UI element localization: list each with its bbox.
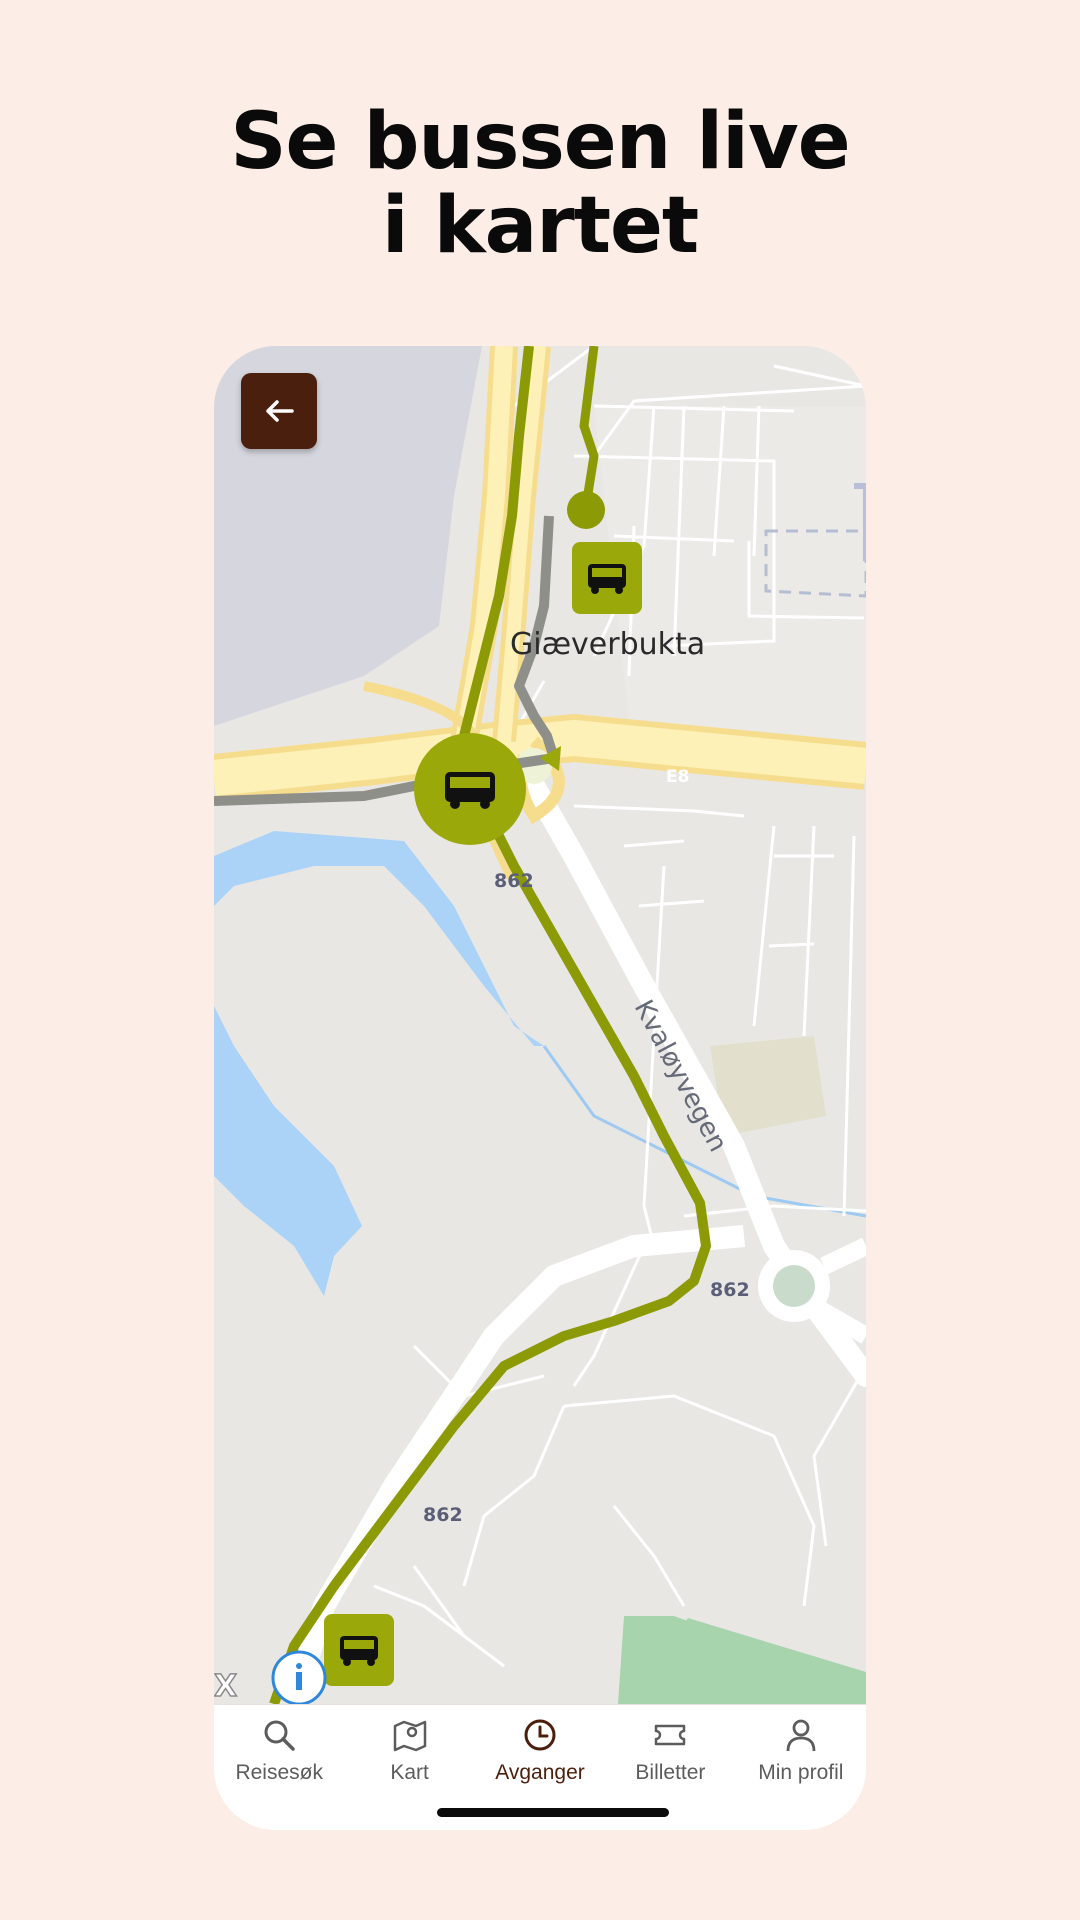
phone-screen: 862 862 862 E8 Giæverbukta Kvaløyvegen X… — [214, 346, 866, 1830]
clock-icon — [524, 1719, 556, 1751]
map-view[interactable]: 862 862 862 E8 Giæverbukta Kvaløyvegen X — [214, 346, 866, 1704]
info-icon[interactable] — [271, 1650, 327, 1704]
mapbox-logo-icon[interactable]: X — [214, 1668, 238, 1704]
arrow-left-icon — [266, 400, 294, 422]
tab-reisesok[interactable]: Reisesøk — [214, 1705, 344, 1830]
tab-label: Avganger — [495, 1761, 585, 1784]
route-number-label-3: 862 — [423, 1504, 463, 1526]
ticket-icon — [655, 1724, 686, 1746]
map-icon — [393, 1720, 426, 1752]
place-label: Giæverbukta — [510, 627, 705, 662]
bus-stop-marker-bottom[interactable] — [324, 1614, 394, 1686]
headline: Se bussen live i kartet — [0, 100, 1080, 268]
back-button[interactable] — [241, 373, 317, 449]
tab-min-profil[interactable]: Min profil — [736, 1705, 866, 1830]
route-number-label-1: 862 — [494, 870, 534, 892]
bus-stop-marker-top[interactable] — [572, 542, 642, 614]
route-number-label-2: 862 — [710, 1279, 750, 1301]
live-bus-marker[interactable] — [414, 733, 526, 845]
highway-label: E8 — [666, 767, 689, 787]
tab-label: Kart — [390, 1761, 429, 1784]
search-icon — [264, 1720, 295, 1751]
tab-label: Min profil — [758, 1761, 844, 1784]
tab-label: Reisesøk — [235, 1761, 323, 1784]
headline-line-2: i kartet — [381, 181, 699, 271]
profile-icon — [786, 1719, 816, 1752]
tab-label: Billetter — [635, 1761, 706, 1784]
home-indicator — [437, 1808, 669, 1817]
headline-line-1: Se bussen live — [230, 97, 850, 187]
